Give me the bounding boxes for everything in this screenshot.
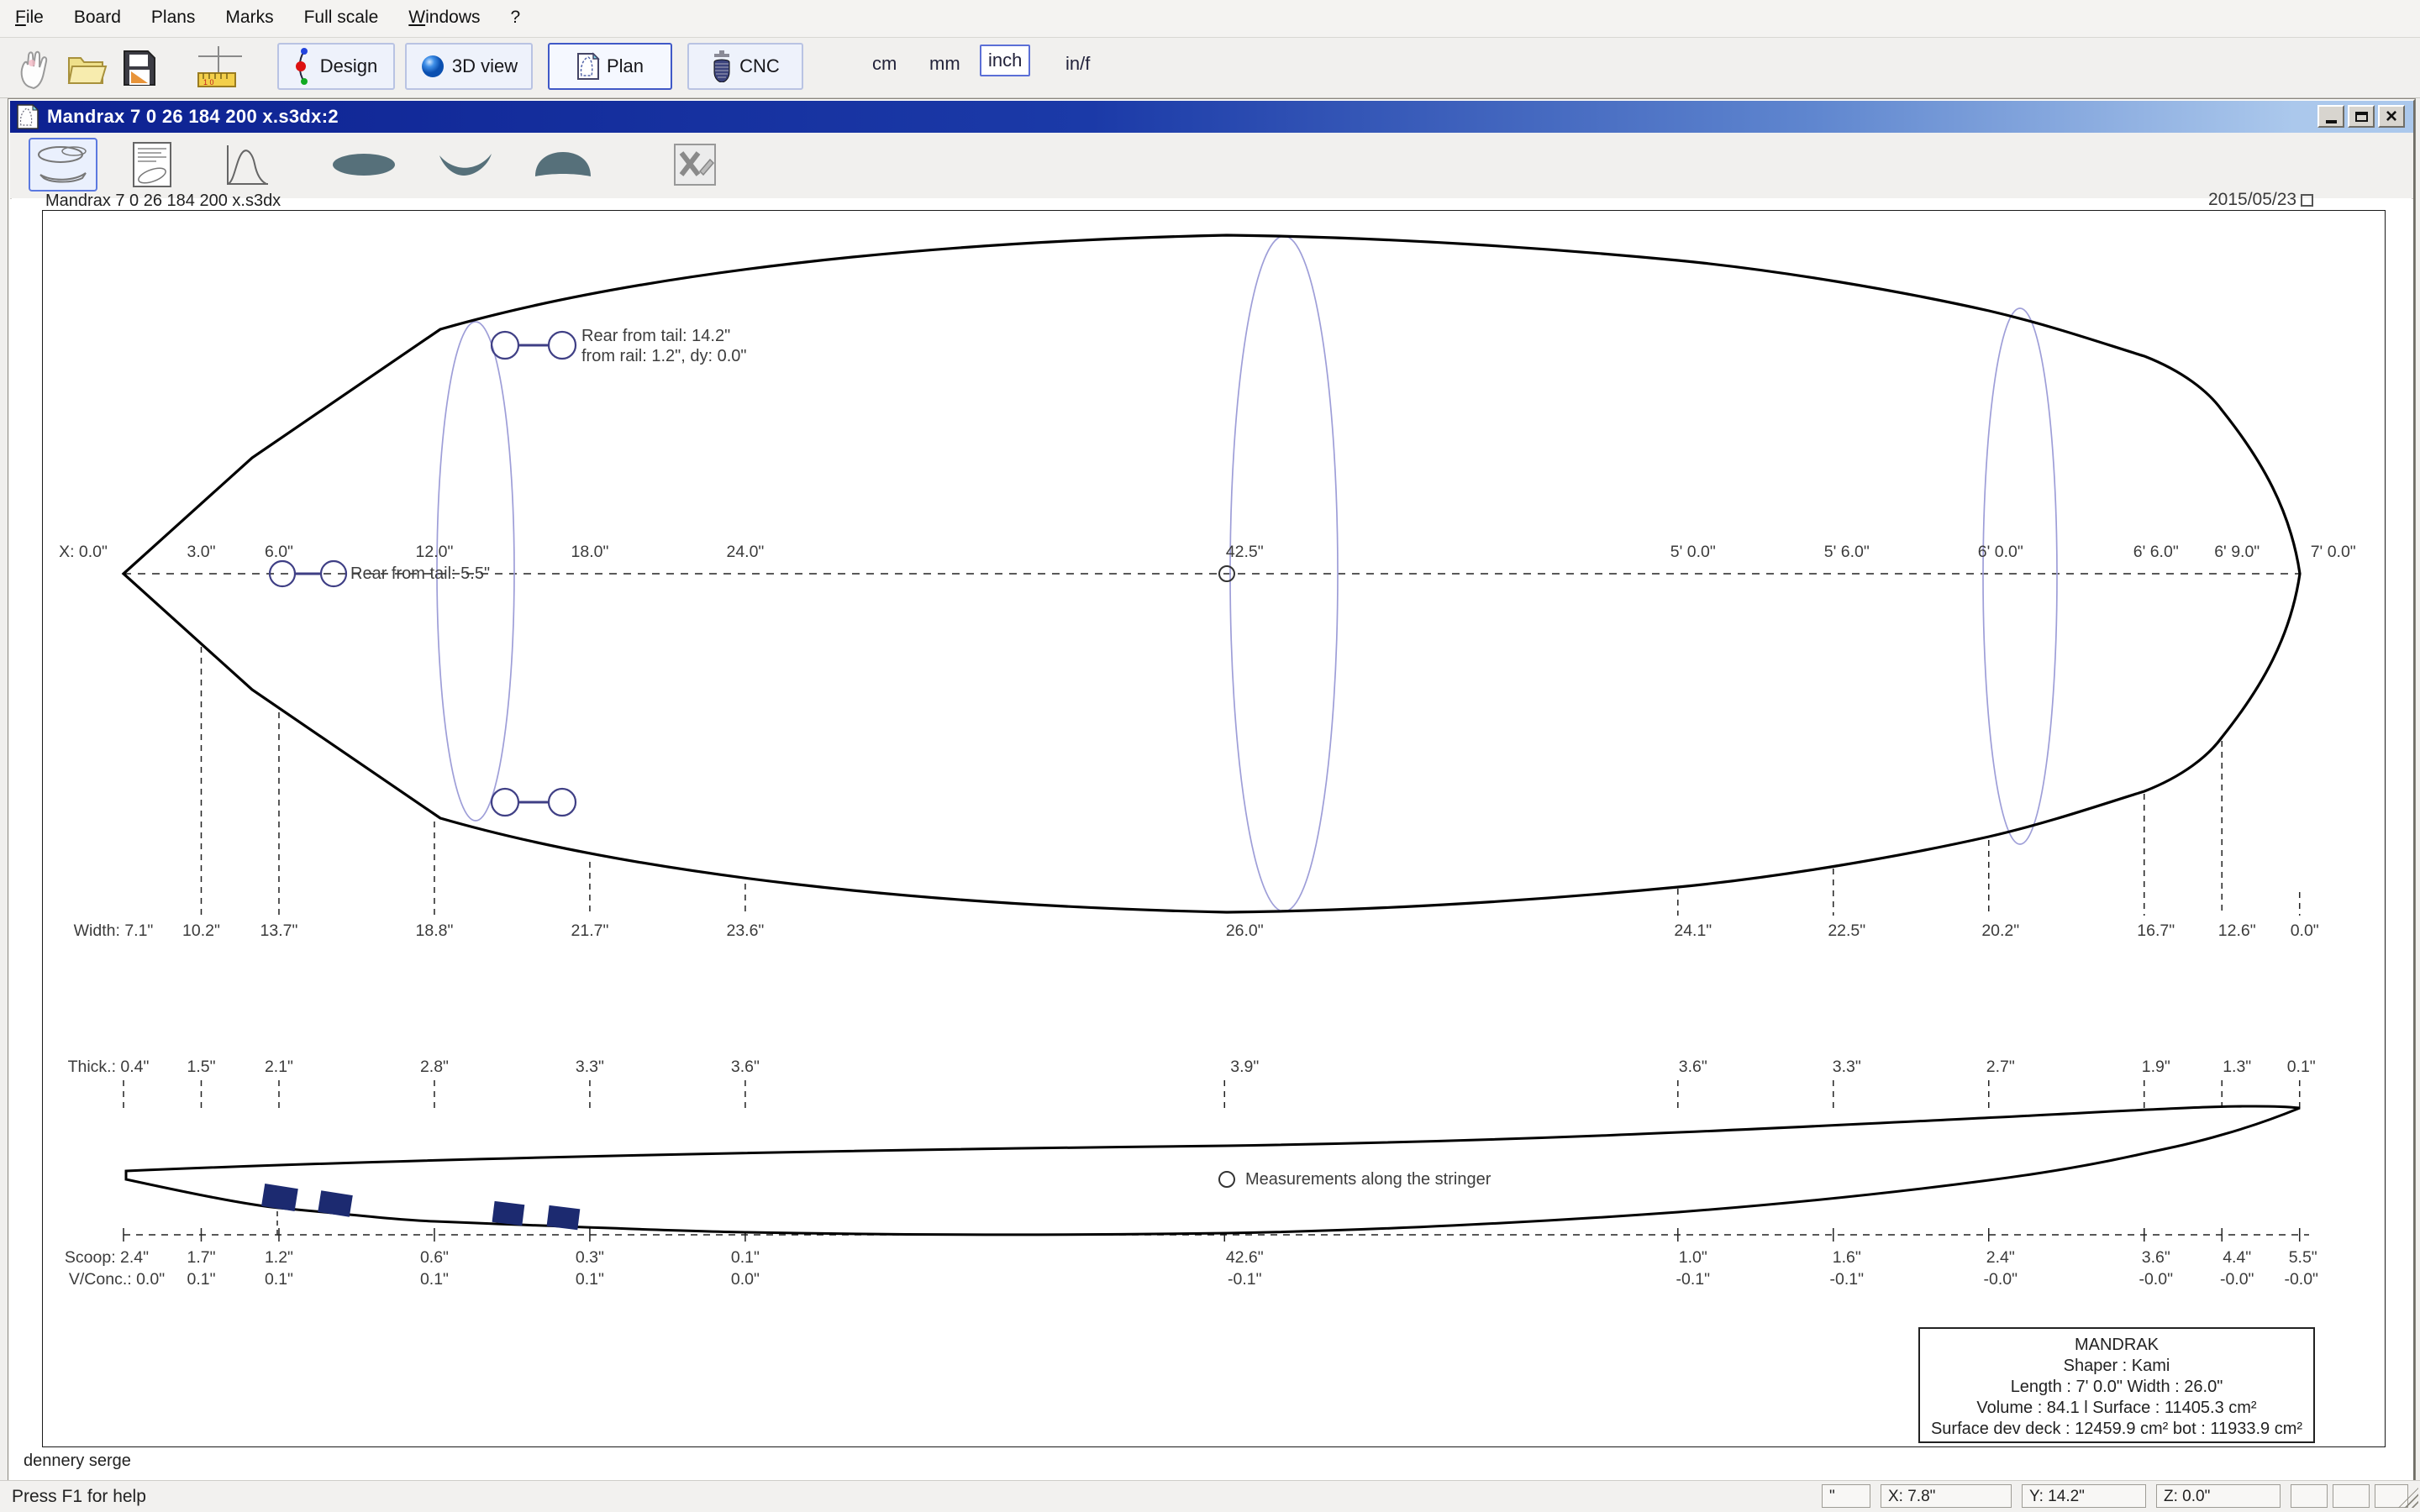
empty-cell-2 [2333, 1484, 2370, 1508]
3d-sphere-icon [420, 54, 445, 79]
board-document-window: Mandrax 7 0 26 184 200 x.s3dx:2 × [8, 99, 2415, 1482]
menu-plans[interactable]: Plans [148, 0, 199, 28]
menu-file[interactable]: File [12, 0, 47, 28]
view-toolbar [10, 133, 2413, 199]
outline-profile-view-button[interactable] [29, 138, 97, 192]
status-bar: Press F1 for help " X: 7.8" Y: 14.2" Z: … [0, 1480, 2420, 1512]
document-icon [15, 103, 40, 130]
cnc-button[interactable]: CNC [687, 43, 803, 90]
minimize-icon [2326, 120, 2337, 123]
save-icon[interactable] [116, 45, 161, 92]
outline-solid-button[interactable] [328, 138, 400, 192]
unit-cell: " [1822, 1484, 1870, 1508]
maximize-button[interactable] [2348, 105, 2375, 128]
cnc-bit-icon [711, 50, 733, 82]
empty-cell-1 [2291, 1484, 2328, 1508]
unit-in-f[interactable]: in/f [1059, 50, 1097, 78]
menu-marks[interactable]: Marks [222, 0, 276, 28]
spec-sheet-button[interactable] [128, 138, 176, 192]
slice-solid-button[interactable] [529, 138, 597, 192]
menu-full-scale[interactable]: Full scale [301, 0, 382, 28]
application-window: File Board Plans Marks Full scale Windows? [0, 0, 2420, 1512]
cursor-x-cell: X: 7.8" [1881, 1484, 2012, 1508]
document-area [12, 198, 2412, 1478]
cnc-button-label: CNC [739, 55, 780, 77]
open-file-icon[interactable] [64, 45, 109, 92]
window-title: Mandrax 7 0 26 184 200 x.s3dx:2 [47, 106, 339, 128]
unit-inch[interactable]: inch [980, 45, 1030, 76]
unit-mm[interactable]: mm [923, 50, 967, 78]
plan-button[interactable]: Plan [548, 43, 672, 90]
3d-view-button[interactable]: 3D view [405, 43, 533, 90]
cursor-y-cell: Y: 14.2" [2022, 1484, 2146, 1508]
window-title-bar[interactable]: Mandrax 7 0 26 184 200 x.s3dx:2 × [10, 101, 2413, 133]
rocker-solid-button[interactable] [434, 138, 497, 192]
hand-tool-icon[interactable] [12, 45, 57, 92]
minimize-button[interactable] [2317, 105, 2344, 128]
menu-?[interactable]: ? [508, 0, 524, 28]
unit-cm[interactable]: cm [865, 50, 903, 78]
curve-view-button[interactable] [220, 138, 274, 192]
export-spreadsheet-button[interactable] [667, 138, 723, 192]
design-button-label: Design [320, 55, 377, 77]
svg-text:1 0: 1 0 [203, 78, 214, 87]
3d-view-button-label: 3D view [452, 55, 518, 77]
main-toolbar: 1 0 Design 3D view Pl [0, 38, 2420, 98]
plan-button-label: Plan [607, 55, 644, 77]
measure-tool-icon[interactable]: 1 0 [192, 45, 237, 92]
close-button[interactable]: × [2378, 105, 2405, 128]
menu-windows[interactable]: Windows [405, 0, 483, 28]
close-icon: × [2386, 108, 2397, 125]
cursor-z-cell: Z: 0.0" [2156, 1484, 2281, 1508]
menu-bar: File Board Plans Marks Full scale Windows? [0, 0, 2420, 38]
status-help-text: Press F1 for help [12, 1487, 146, 1507]
maximize-icon [2355, 112, 2368, 122]
design-button[interactable]: Design [277, 43, 395, 90]
plan-icon [576, 52, 600, 81]
design-icon [295, 48, 313, 85]
menu-board[interactable]: Board [71, 0, 124, 28]
